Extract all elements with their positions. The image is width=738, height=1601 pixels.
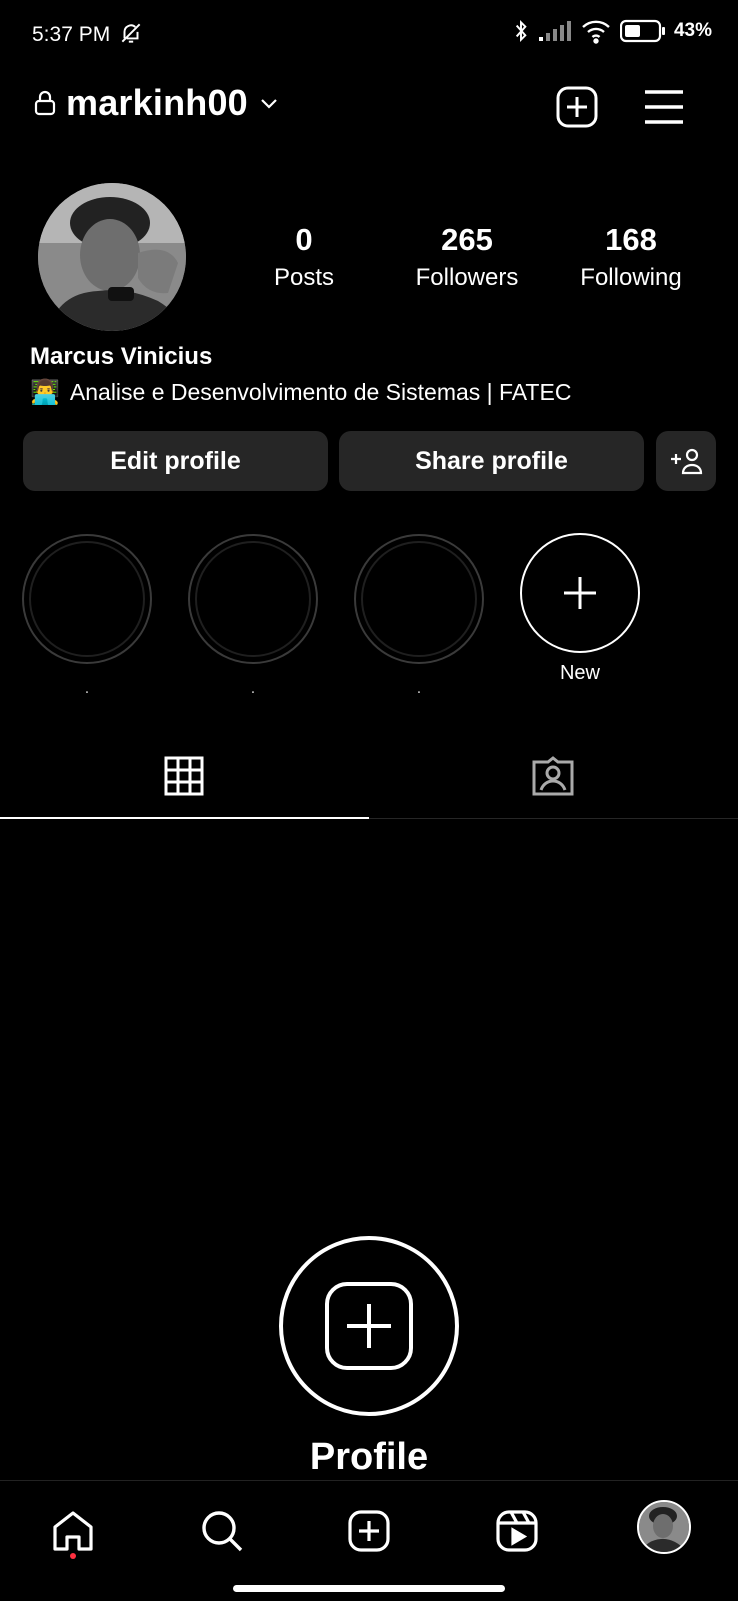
- status-time-text: 5:37 PM: [32, 23, 111, 46]
- new-highlight-button[interactable]: [520, 533, 640, 653]
- tagged-icon: [532, 756, 574, 796]
- nav-profile[interactable]: [637, 1500, 691, 1554]
- avatar-photo: [38, 183, 186, 331]
- add-person-icon: [671, 448, 703, 475]
- empty-state-title: Profile: [309, 1436, 429, 1478]
- home-notification-dot: [70, 1553, 76, 1559]
- bio-emoji: 👨‍💻: [30, 379, 60, 406]
- nav-reels[interactable]: [489, 1503, 545, 1559]
- create-post-icon: [325, 1282, 413, 1370]
- battery-icon: [619, 19, 665, 43]
- create-post-icon[interactable]: [556, 86, 598, 128]
- highlight-2-label: .: [250, 680, 256, 697]
- lock-icon: [34, 90, 56, 116]
- new-highlight-label: New: [559, 662, 600, 684]
- share-profile-button[interactable]: Share profile: [339, 431, 644, 491]
- posts-label: Posts: [273, 264, 335, 291]
- home-indicator[interactable]: [233, 1585, 505, 1592]
- edit-profile-button[interactable]: Edit profile: [23, 431, 328, 491]
- followers-stat[interactable]: 265 Followers: [387, 222, 547, 292]
- highlight-1[interactable]: [22, 534, 152, 664]
- following-stat[interactable]: 168 Following: [551, 222, 711, 292]
- profile-avatar[interactable]: [38, 183, 186, 331]
- discover-people-button[interactable]: [656, 431, 716, 491]
- full-name: Marcus Vinicius: [30, 343, 213, 370]
- tab-tagged[interactable]: [532, 756, 574, 801]
- followers-label: Followers: [415, 264, 519, 291]
- status-time: 5:37 PM: [32, 20, 144, 47]
- tab-posts-grid[interactable]: [164, 756, 204, 801]
- bell-off-icon: [121, 23, 141, 43]
- following-label: Following: [580, 264, 682, 291]
- signal-icon: [538, 21, 571, 41]
- profile-avatar-small: [639, 1502, 689, 1552]
- home-icon: [53, 1511, 93, 1551]
- bio-text: Analise e Desenvolvimento de Sistemas | …: [69, 379, 572, 405]
- username: markinh00: [66, 82, 248, 123]
- nav-home[interactable]: [45, 1503, 101, 1559]
- highlight-1-label: .: [84, 680, 90, 697]
- followers-count: 265: [441, 222, 493, 257]
- grid-icon: [164, 756, 204, 796]
- following-count: 168: [605, 222, 657, 257]
- battery-percent: 43%: [673, 20, 712, 41]
- highlight-2[interactable]: [188, 534, 318, 664]
- posts-stat[interactable]: 0 Posts: [224, 222, 384, 292]
- search-icon: [202, 1511, 243, 1552]
- posts-count: 0: [295, 222, 313, 257]
- active-tab-indicator: [0, 817, 369, 819]
- highlight-3[interactable]: [354, 534, 484, 664]
- menu-icon[interactable]: [644, 89, 684, 125]
- wifi-icon: [582, 20, 610, 44]
- tab-divider: [369, 818, 738, 819]
- highlight-3-label: .: [416, 680, 422, 697]
- create-icon: [348, 1510, 390, 1552]
- account-switcher[interactable]: markinh00: [34, 82, 280, 124]
- status-icons: 43%: [512, 18, 712, 44]
- edit-profile-label: Edit profile: [110, 446, 241, 475]
- bio: 👨‍💻 Analise e Desenvolvimento de Sistema…: [30, 378, 571, 407]
- chevron-down-icon: [261, 99, 277, 109]
- header-actions: [556, 86, 684, 128]
- plus-icon: [564, 577, 596, 609]
- share-profile-label: Share profile: [415, 446, 568, 475]
- empty-state-create-button[interactable]: [279, 1236, 459, 1416]
- nav-create[interactable]: [341, 1503, 397, 1559]
- reels-icon: [496, 1510, 538, 1552]
- nav-search[interactable]: [194, 1503, 250, 1559]
- bluetooth-icon: [515, 19, 527, 43]
